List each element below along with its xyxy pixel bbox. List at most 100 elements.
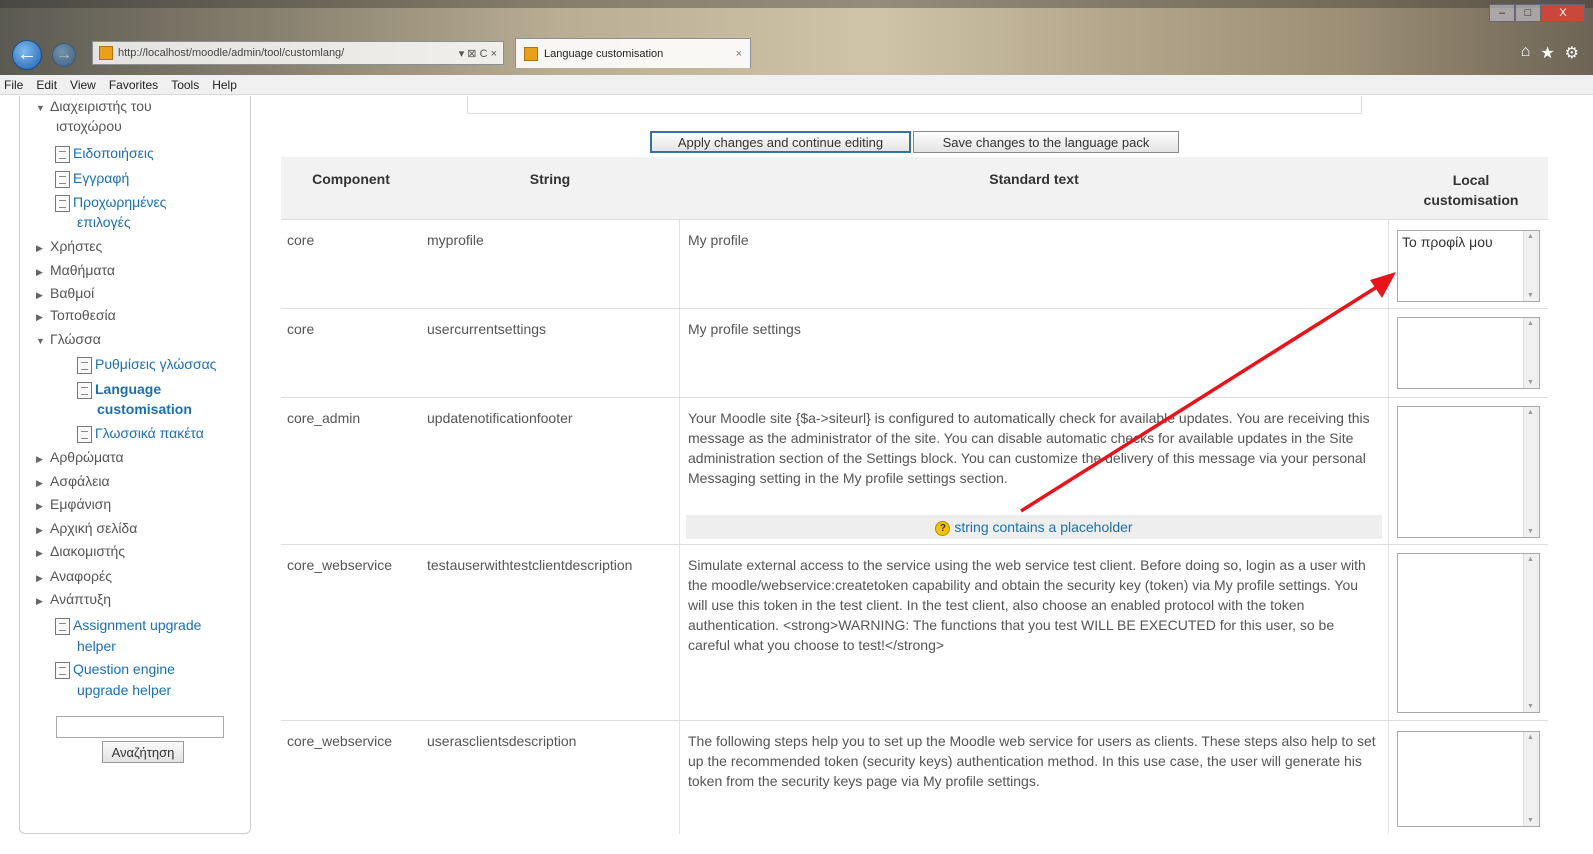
sidebar-item-label: Ασφάλεια <box>50 473 110 489</box>
sidebar-item-label: Εμφάνιση <box>50 496 112 512</box>
textarea-scrollbar[interactable] <box>1523 554 1539 712</box>
caret-right-icon[interactable]: ▶ <box>36 573 50 584</box>
sidebar-item[interactable]: ▶ Τοποθεσία <box>36 307 116 323</box>
forward-button[interactable]: → <box>52 43 76 67</box>
header-local-customisation: Local customisation <box>1401 170 1541 210</box>
sidebar-item[interactable]: Language <box>77 381 162 399</box>
close-window-button[interactable]: X <box>1541 4 1585 22</box>
sidebar-item[interactable]: helper <box>77 638 116 654</box>
menu-favorites[interactable]: Favorites <box>109 78 158 92</box>
sidebar-item[interactable]: Προχωρημένες <box>55 194 167 212</box>
menu-tools[interactable]: Tools <box>171 78 199 92</box>
caret-right-icon[interactable]: ▶ <box>36 243 50 254</box>
site-favicon-icon <box>99 46 113 60</box>
local-customisation-value <box>1398 732 1539 738</box>
sidebar-item[interactable]: Assignment upgrade <box>55 617 201 635</box>
sidebar-search-button[interactable]: Αναζήτηση <box>102 741 184 763</box>
sidebar-item-label: Αρχική σελίδα <box>50 520 138 536</box>
caret-right-icon[interactable]: ▶ <box>36 548 50 559</box>
address-bar[interactable]: http://localhost/moodle/admin/tool/custo… <box>92 41 504 65</box>
menu-help[interactable]: Help <box>212 78 237 92</box>
minimize-button[interactable]: – <box>1489 4 1515 22</box>
caret-down-icon[interactable]: ▼ <box>36 103 50 113</box>
help-icon[interactable]: ? <box>935 520 951 536</box>
sidebar-item-label: helper <box>77 638 116 654</box>
save-changes-button[interactable]: Save changes to the language pack <box>913 131 1179 153</box>
back-button[interactable]: ← <box>12 40 42 70</box>
sidebar-item[interactable]: ▶ Αρθρώματα <box>36 449 124 465</box>
address-controls[interactable]: ▾ ⊠ C × <box>459 47 497 60</box>
star-icon[interactable]: ★ <box>1540 43 1554 63</box>
sidebar-item-label: Τοποθεσία <box>50 307 116 323</box>
textarea-scrollbar[interactable] <box>1523 318 1539 388</box>
textarea-scrollbar[interactable] <box>1523 231 1539 301</box>
tab-language-customisation[interactable]: Language customisation × <box>515 38 751 68</box>
caret-right-icon[interactable]: ▶ <box>36 290 50 301</box>
sidebar-item-label: Language <box>95 381 162 397</box>
local-customisation-value <box>1398 318 1539 324</box>
sidebar-item[interactable]: ▶ Εμφάνιση <box>36 496 111 512</box>
local-customisation-textarea[interactable]: Το προφίλ μου <box>1397 230 1540 302</box>
page-icon <box>55 195 70 212</box>
maximize-button[interactable]: □ <box>1515 4 1541 22</box>
local-customisation-textarea[interactable] <box>1397 553 1540 713</box>
sidebar-item-label: customisation <box>97 401 192 417</box>
cell-string-id: updatenotificationfooter <box>427 410 573 426</box>
sidebar-item[interactable]: ▼ Διαχειριστής του <box>36 98 152 114</box>
page-icon <box>77 357 92 374</box>
sidebar-item[interactable]: ▶ Μαθήματα <box>36 262 115 278</box>
sidebar-item[interactable]: ▼ Γλώσσα <box>36 331 101 347</box>
caret-right-icon[interactable]: ▶ <box>36 525 50 536</box>
standard-text: My profile <box>688 232 749 248</box>
sidebar-item-label: Γλώσσα <box>50 331 101 347</box>
toolbar-icons: ⌂ ★ ⚙ <box>1521 43 1579 63</box>
top-frame <box>467 96 1362 114</box>
sidebar-item[interactable]: ▶ Αναφορές <box>36 568 112 584</box>
menu-view[interactable]: View <box>70 78 96 92</box>
header-string: String <box>529 171 571 187</box>
caret-right-icon[interactable]: ▶ <box>36 501 50 512</box>
textarea-scrollbar[interactable] <box>1523 407 1539 537</box>
local-customisation-value: Το προφίλ μου <box>1402 234 1493 250</box>
cell-string-id: myprofile <box>427 232 484 248</box>
caret-right-icon[interactable]: ▶ <box>36 312 50 323</box>
sidebar-item[interactable]: ▶ Ασφάλεια <box>36 473 110 489</box>
local-customisation-textarea[interactable] <box>1397 317 1540 389</box>
menu-file[interactable]: File <box>4 78 23 92</box>
sidebar-item[interactable]: ▶ Αρχική σελίδα <box>36 520 137 536</box>
sidebar-item[interactable]: Ειδοποιήσεις <box>55 145 154 163</box>
caret-right-icon[interactable]: ▶ <box>36 478 50 489</box>
gear-icon[interactable]: ⚙ <box>1565 43 1579 63</box>
sidebar-item-label: Αναφορές <box>50 568 112 584</box>
caret-right-icon[interactable]: ▶ <box>36 596 50 607</box>
sidebar-item[interactable]: ▶ Διακομιστής <box>36 543 125 559</box>
sidebar-item[interactable]: Ρυθμίσεις γλώσσας <box>77 356 216 374</box>
menu-edit[interactable]: Edit <box>36 78 57 92</box>
sidebar-item[interactable]: upgrade helper <box>77 682 171 698</box>
local-customisation-textarea[interactable] <box>1397 731 1540 827</box>
page-icon <box>77 382 92 399</box>
apply-changes-button[interactable]: Apply changes and continue editing <box>650 131 911 153</box>
address-url[interactable]: http://localhost/moodle/admin/tool/custo… <box>118 47 453 59</box>
sidebar-item[interactable]: Γλωσσικά πακέτα <box>77 425 204 443</box>
home-icon[interactable]: ⌂ <box>1521 43 1531 63</box>
tab-close-icon[interactable]: × <box>736 48 742 60</box>
sidebar-item[interactable]: επιλογές <box>77 214 131 230</box>
caret-down-icon[interactable]: ▼ <box>36 336 50 346</box>
page-icon <box>55 662 70 679</box>
sidebar-search-input[interactable] <box>56 716 224 738</box>
header-local-line1: Local <box>1452 172 1490 188</box>
sidebar-item[interactable]: ▶ Ανάπτυξη <box>36 591 111 607</box>
caret-right-icon[interactable]: ▶ <box>36 267 50 278</box>
sidebar-item[interactable]: ▶ Χρήστες <box>36 238 102 254</box>
sidebar-item[interactable]: customisation <box>97 401 192 417</box>
sidebar-item[interactable]: Εγγραφή <box>55 170 129 188</box>
caret-right-icon[interactable]: ▶ <box>36 454 50 465</box>
standard-text: Your Moodle site {$a->siteurl} is config… <box>688 410 1370 486</box>
local-customisation-textarea[interactable] <box>1397 406 1540 538</box>
textarea-scrollbar[interactable] <box>1523 732 1539 826</box>
admin-sidebar: ▼ Διαχειριστής του ιστοχώρου Ειδοποιήσεις Εγ… <box>19 96 251 834</box>
sidebar-item[interactable]: ▶ Βαθμοί <box>36 285 94 301</box>
sidebar-item[interactable]: Question engine <box>55 661 175 679</box>
sidebar-item-label: Προχωρημένες <box>73 194 167 210</box>
